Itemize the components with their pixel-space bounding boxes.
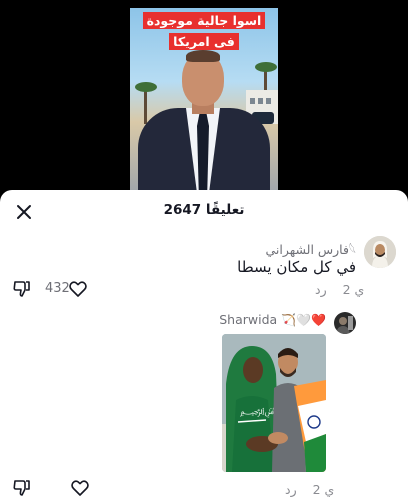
video-player[interactable]: اسوا جالية موجودة فى امريكا (0, 0, 408, 192)
video-overlay-title: اسوا جالية موجودة فى امريكا (136, 10, 272, 52)
like-count: 432 (45, 281, 70, 296)
heart-icon[interactable] (70, 478, 90, 498)
comment-count: 2647 تعليقًا (163, 202, 245, 218)
thumbs-down-icon[interactable] (12, 478, 32, 498)
palm-tree (135, 82, 157, 124)
comment-text: في كل مكان يسطا (237, 258, 356, 276)
comment-meta: رد 2 ي (285, 482, 334, 497)
avatar-image (334, 312, 356, 334)
reply-button[interactable]: رد (285, 482, 297, 497)
comment-username[interactable]: 𓆩فارس الشهراني (265, 238, 356, 259)
comment-username[interactable]: Sharwida 🏹🤍❤️ (219, 312, 326, 327)
thumbs-down-icon[interactable] (12, 279, 32, 299)
decorative-feather-icon: 𓆩 (348, 242, 356, 257)
heart-icon[interactable] (68, 279, 88, 299)
avatar-image (364, 236, 396, 268)
comments-header: 2647 تعليقًا (0, 190, 408, 230)
comment-time: 2 ي (342, 282, 365, 297)
video-overlay-text: اسوا جالية موجودة فى امريكا (142, 12, 266, 50)
comment-image-attachment[interactable]: ﷽ (222, 334, 326, 472)
couple-illustration: ﷽ (222, 334, 326, 472)
avatar[interactable] (334, 312, 356, 334)
comment-meta: رد 2 ي (315, 282, 364, 297)
presenter-tie (197, 114, 209, 192)
avatar[interactable] (364, 236, 396, 268)
presenter-head (182, 50, 224, 106)
reply-button[interactable]: رد (315, 282, 327, 297)
emoji-decoration: 🏹🤍❤️ (281, 313, 326, 327)
comment-time: 2 ي (312, 482, 335, 497)
comments-sheet: 2647 تعليقًا (0, 190, 408, 500)
